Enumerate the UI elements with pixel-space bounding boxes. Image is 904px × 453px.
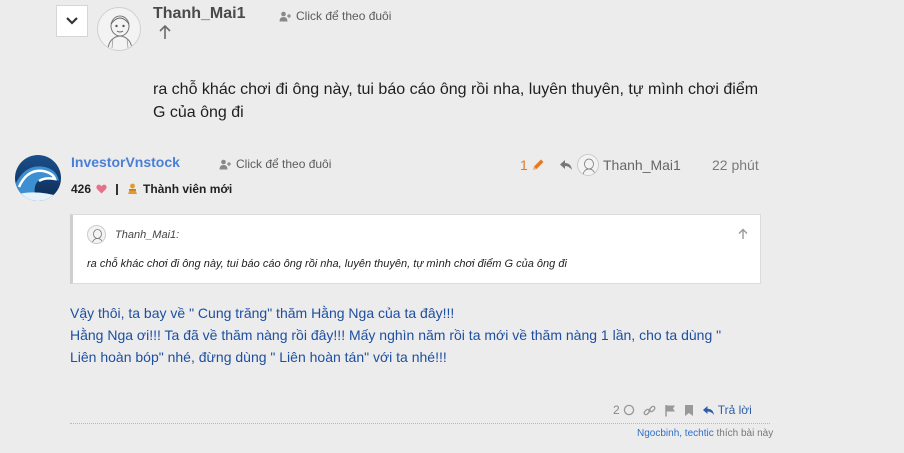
member-rank: Thành viên mới	[143, 182, 233, 196]
collapse-button[interactable]	[56, 5, 88, 37]
reply-icon	[702, 405, 714, 415]
follow-label: Click để theo đuôi	[296, 9, 392, 23]
post-divider	[70, 423, 770, 424]
add-user-icon	[219, 159, 231, 169]
like-count: 2	[613, 403, 620, 417]
likes-count: 426	[71, 182, 92, 196]
post-body: ra chỗ khác chơi đi ông này, tui báo cáo…	[153, 78, 793, 124]
pencil-icon	[532, 159, 544, 170]
follow-button[interactable]: Click để theo đuôi	[219, 157, 331, 171]
quote-avatar	[87, 225, 106, 244]
sketch-avatar-icon	[582, 158, 596, 175]
author-stats: 426 Thành viên mới	[71, 182, 232, 196]
wave-avatar-icon	[15, 155, 61, 201]
reply-to-avatar	[577, 154, 599, 176]
quote-block: Thanh_Mai1: ra chỗ khác chơi đi ông này,…	[70, 214, 761, 284]
post-body-line: G của ông đi	[153, 104, 244, 121]
liked-by: Ngocbinh, techtic thích bài này	[637, 428, 773, 439]
reply-to-username: Thanh_Mai1	[603, 157, 681, 173]
follow-label: Click để theo đuôi	[236, 157, 332, 171]
post-timestamp[interactable]: 22 phút	[712, 157, 759, 173]
like-button[interactable]: 2	[613, 403, 635, 417]
arrow-up-icon	[738, 228, 748, 239]
divider	[116, 183, 119, 195]
avatar[interactable]	[15, 155, 61, 201]
reply-to-link[interactable]: Thanh_Mai1	[559, 154, 681, 176]
liked-by-names[interactable]: Ngocbinh, techtic	[637, 428, 714, 439]
post-body-line: Vậy thôi, ta bay về " Cung trăng" thăm H…	[70, 305, 455, 321]
reply-button[interactable]: Trả lời	[702, 403, 752, 417]
like-icon	[623, 404, 634, 416]
post-author-name[interactable]: InvestorVnstock	[71, 154, 180, 170]
bookmark-icon[interactable]	[684, 404, 694, 417]
go-to-quoted-button[interactable]	[737, 227, 749, 245]
reply-arrow-icon	[560, 160, 572, 170]
report-flag-icon[interactable]	[664, 404, 676, 417]
edit-history-button[interactable]: 1	[520, 157, 545, 173]
edit-count: 1	[520, 157, 528, 173]
chevron-down-icon	[66, 17, 78, 25]
follow-button[interactable]: Click để theo đuôi	[279, 9, 391, 23]
liked-by-suffix: thích bài này	[713, 428, 774, 439]
post-body: Vậy thôi, ta bay về " Cung trăng" thăm H…	[70, 302, 770, 368]
rank-badge-icon	[128, 183, 138, 194]
reply-label: Trả lời	[717, 403, 752, 417]
arrow-up-icon	[159, 24, 171, 39]
add-user-icon	[279, 11, 291, 21]
post-body-line: Hằng Nga ơi!!! Ta đã về thăm nàng rồi đâ…	[70, 327, 722, 343]
post-body-line: ra chỗ khác chơi đi ông này, tui báo cáo…	[153, 81, 759, 98]
quote-author: Thanh_Mai1:	[115, 229, 180, 241]
sketch-avatar-icon	[91, 229, 104, 243]
go-to-parent-button[interactable]	[157, 24, 173, 45]
post-actions: 2 Trả lời	[613, 403, 752, 417]
post-body-line: Liên hoàn bóp" nhé, đừng dùng " Liên hoà…	[70, 349, 447, 365]
heart-icon	[96, 184, 107, 194]
sketch-avatar-icon	[107, 15, 133, 49]
post-author-name[interactable]: Thanh_Mai1	[153, 5, 245, 23]
quote-text: ra chỗ khác chơi đi ông này, tui báo cáo…	[87, 258, 567, 270]
link-icon[interactable]	[643, 404, 656, 417]
avatar[interactable]	[97, 7, 141, 51]
